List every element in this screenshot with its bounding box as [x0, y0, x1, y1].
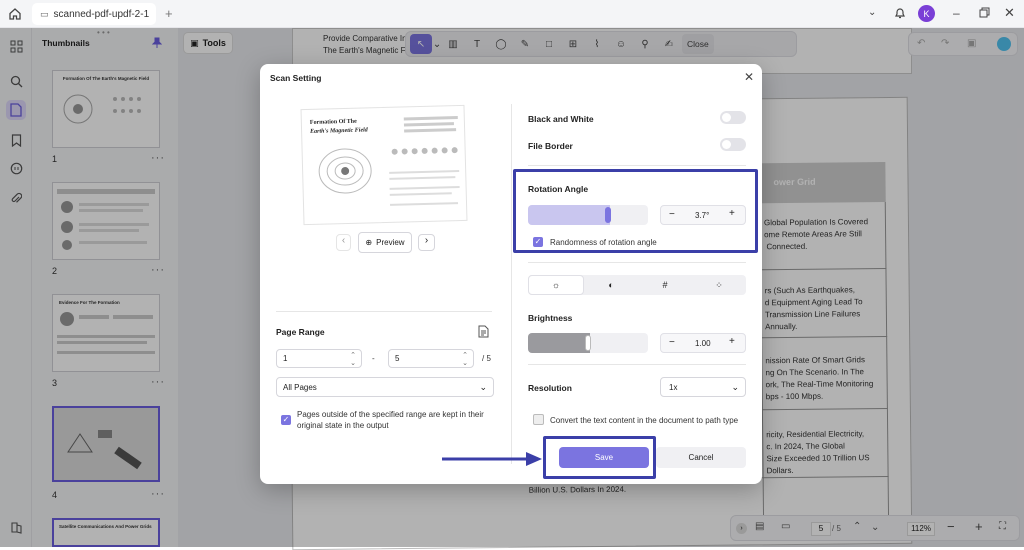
noise-tab-icon[interactable]: ⁘ — [692, 275, 746, 295]
file-border-label: File Border — [528, 141, 573, 151]
stepper-icon[interactable]: ⌃ ⌄ — [350, 351, 356, 367]
restore-icon[interactable] — [979, 7, 990, 18]
contrast-tab-icon[interactable]: ◐ — [584, 275, 638, 295]
brightness-slider[interactable] — [528, 333, 648, 353]
dialog-title: Scan Setting — [270, 73, 322, 83]
resolution-select[interactable]: 1x ⌄ — [660, 377, 746, 397]
range-to-input[interactable]: 5 ⌃ ⌄ — [388, 349, 474, 368]
range-to-value: 5 — [395, 354, 400, 363]
range-from-value: 1 — [283, 354, 288, 363]
chevron-down-icon: ⌄ — [479, 382, 487, 392]
brightness-tab-icon[interactable]: ☼ — [528, 275, 584, 295]
scan-setting-dialog: Scan Setting ✕ Formation Of The Earth's … — [260, 64, 762, 484]
bell-icon[interactable] — [893, 6, 907, 20]
next-page-button[interactable]: › — [418, 234, 435, 251]
stepper-icon[interactable]: ⌃ ⌄ — [462, 351, 468, 367]
new-tab-icon[interactable]: + — [165, 6, 173, 21]
filter-tabs: ☼ ◐ # ⁘ — [528, 275, 746, 295]
avatar[interactable]: K — [918, 5, 935, 22]
range-separator: - — [372, 354, 375, 363]
close-window-icon[interactable]: ✕ — [1004, 5, 1015, 21]
black-white-toggle[interactable] — [720, 111, 746, 124]
page-select-value: All Pages — [283, 383, 317, 392]
arrow-pointer — [440, 450, 544, 468]
brightness-stepper: − 1.00 + — [660, 333, 746, 353]
document-tab[interactable]: ▭ scanned-pdf-updf-2-1 — [32, 3, 156, 25]
slider-handle[interactable] — [585, 335, 591, 351]
rotation-highlight-box — [513, 169, 758, 253]
column-divider — [511, 104, 512, 464]
chevron-down-icon[interactable]: ⌄ — [868, 7, 876, 18]
close-icon[interactable]: ✕ — [744, 70, 754, 84]
resolution-label: Resolution — [528, 383, 572, 393]
divider — [528, 364, 746, 365]
keep-original-checkbox[interactable]: ✓ — [281, 415, 291, 425]
range-from-input[interactable]: 1 ⌃ ⌄ — [276, 349, 362, 368]
zoom-in-icon: ⊕ — [365, 238, 373, 247]
chevron-down-icon: ⌄ — [731, 382, 739, 392]
increase-button[interactable]: + — [729, 336, 735, 347]
preview-button[interactable]: ⊕ Preview — [358, 232, 412, 253]
home-icon[interactable] — [8, 7, 22, 21]
page-select[interactable]: All Pages ⌄ — [276, 377, 494, 397]
convert-text-checkbox[interactable] — [533, 414, 544, 425]
brightness-label: Brightness — [528, 313, 573, 323]
preview-image: Formation Of The Earth's Magnetic Field — [300, 104, 468, 226]
page-range-icon[interactable] — [478, 325, 490, 338]
prev-page-button[interactable]: ‹ — [336, 234, 351, 251]
page-range-label: Page Range — [276, 327, 325, 337]
comment-icon: ▭ — [40, 8, 49, 19]
divider — [528, 165, 746, 166]
cancel-button[interactable]: Cancel — [656, 447, 746, 468]
convert-text-label: Convert the text content in the document… — [550, 416, 739, 425]
keep-original-label: Pages outside of the specified range are… — [297, 410, 484, 430]
black-white-label: Black and White — [528, 114, 594, 124]
tab-title: scanned-pdf-updf-2-1 — [53, 8, 150, 20]
decrease-button[interactable]: − — [669, 337, 675, 348]
range-total: / 5 — [482, 354, 491, 363]
minimize-icon[interactable]: – — [953, 6, 960, 20]
file-border-toggle[interactable] — [720, 138, 746, 151]
title-bar: ▭ scanned-pdf-updf-2-1 + ⌄ K – ✕ — [0, 0, 1024, 28]
divider — [276, 311, 492, 312]
brightness-value[interactable]: 1.00 — [695, 339, 711, 348]
resolution-value: 1x — [669, 383, 678, 392]
divider — [528, 262, 746, 263]
sharpness-tab-icon[interactable]: # — [638, 275, 692, 295]
save-highlight-box — [543, 436, 656, 479]
preview-label: Preview — [376, 238, 405, 247]
